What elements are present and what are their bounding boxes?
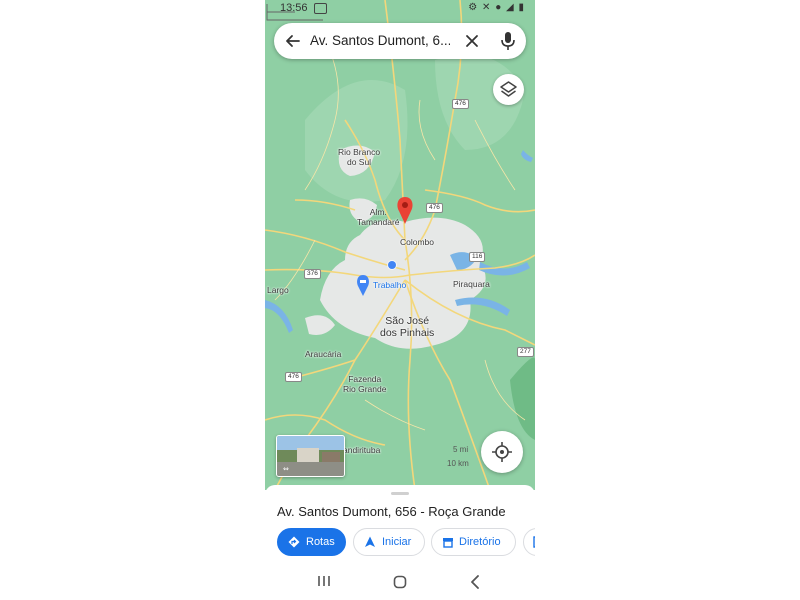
search-bar[interactable]: Av. Santos Dumont, 6...: [274, 23, 526, 59]
map-label-mandirituba: andirituba: [343, 445, 381, 455]
status-icons: ⚙ ✕ ● ◢ ▮: [468, 2, 525, 13]
scale-label-miles: 5 mi: [453, 445, 469, 454]
bookmark-icon: [533, 536, 535, 548]
place-bottom-sheet[interactable]: Av. Santos Dumont, 656 - Roça Grande Rot…: [265, 485, 535, 565]
microphone-icon[interactable]: [499, 31, 517, 51]
map-label-fazenda: Fazenda Rio Grande: [343, 374, 387, 394]
directions-icon: [288, 536, 300, 548]
street-view-thumbnail[interactable]: ⇔: [276, 435, 345, 477]
phone-screen: Rio Branco do Sul Alm. Tamandaré Colombo…: [265, 0, 535, 600]
place-title: Av. Santos Dumont, 656 - Roça Grande: [277, 504, 506, 519]
status-bar: 13:56 ⚙ ✕ ● ◢ ▮: [265, 0, 535, 18]
sheet-drag-handle[interactable]: [391, 492, 409, 495]
layers-button[interactable]: [493, 74, 524, 105]
map-label-largo: Largo: [267, 285, 289, 295]
close-icon[interactable]: [463, 32, 481, 50]
route-shield: 476: [426, 203, 443, 213]
search-input[interactable]: Av. Santos Dumont, 6...: [310, 33, 450, 48]
recent-apps-icon[interactable]: [317, 575, 331, 587]
directions-label: Rotas: [306, 536, 335, 548]
svg-text:⇔: ⇔: [283, 465, 289, 473]
android-nav-bar: [265, 565, 535, 600]
back-arrow-icon[interactable]: [284, 32, 302, 50]
map-label-piraquara: Piraquara: [453, 279, 490, 289]
more-chip-button[interactable]: [523, 528, 535, 556]
street-view-image: ⇔: [277, 436, 344, 476]
route-shield: 476: [452, 99, 469, 109]
scale-label-km: 10 km: [447, 459, 469, 468]
route-shield: 476: [285, 372, 302, 382]
map-label-sao-jose: São José dos Pinhais: [380, 315, 435, 339]
map-label-rio-branco: Rio Branco do Sul: [338, 147, 381, 167]
map-label-trabalho: Trabalho: [373, 280, 407, 290]
navigation-arrow-icon: [365, 536, 375, 547]
map-label-colombo: Colombo: [400, 237, 435, 247]
directory-button[interactable]: Diretório: [431, 528, 516, 556]
directions-button[interactable]: Rotas: [277, 528, 346, 556]
crosshair-icon: [492, 442, 512, 462]
map-label-tamandare: Alm. Tamandaré: [357, 207, 400, 227]
home-icon[interactable]: [393, 575, 407, 589]
back-nav-icon[interactable]: [470, 575, 480, 589]
start-label: Iniciar: [382, 536, 412, 548]
status-time: 13:56: [280, 2, 308, 14]
route-shield: 277: [517, 347, 534, 357]
map-label-araucaria: Araucária: [305, 349, 342, 359]
layers-icon: [500, 81, 517, 97]
my-location-button[interactable]: [481, 431, 523, 473]
route-shield: 116: [469, 252, 486, 262]
map-view[interactable]: Rio Branco do Sul Alm. Tamandaré Colombo…: [265, 0, 535, 490]
notification-icon: [314, 3, 327, 14]
store-icon: [443, 538, 453, 548]
start-navigation-button[interactable]: Iniciar: [353, 528, 425, 556]
directory-label: Diretório: [459, 536, 501, 548]
route-shield: 376: [304, 269, 321, 279]
